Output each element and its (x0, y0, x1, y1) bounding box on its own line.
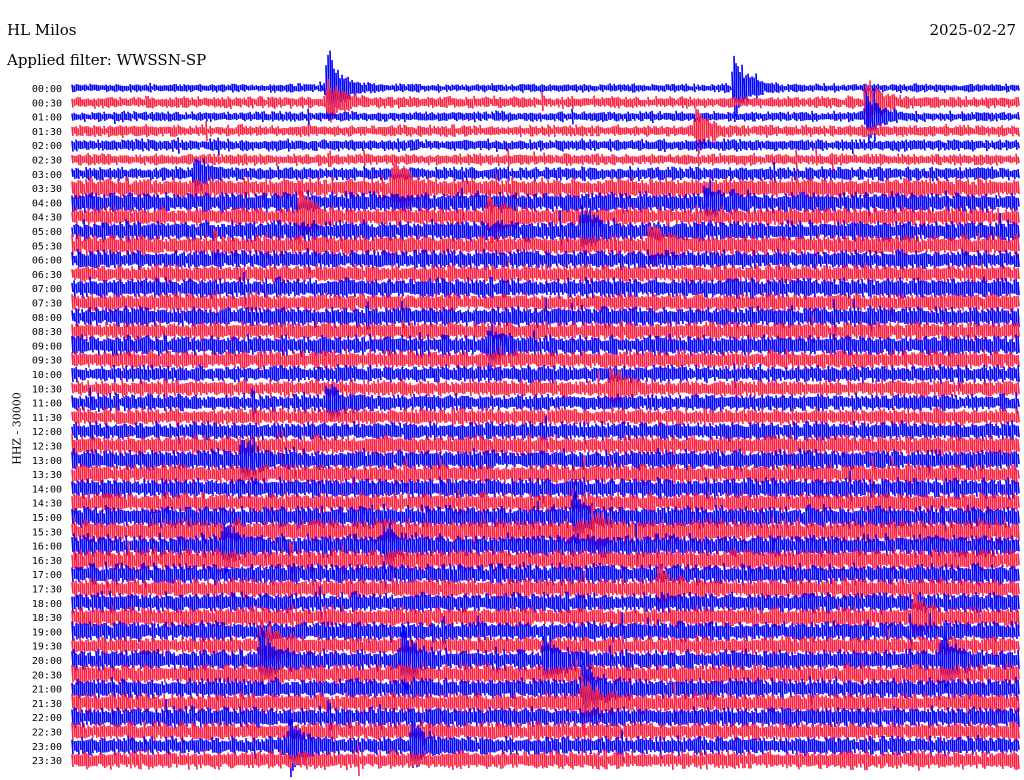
row-time-label: 12:30 (32, 442, 62, 453)
row-time-label: 15:00 (32, 513, 62, 524)
row-time-label: 12:00 (32, 427, 62, 438)
row-time-label: 11:00 (32, 399, 62, 410)
row-time-label: 01:30 (32, 127, 62, 138)
trace-0200 (71, 137, 1020, 156)
row-time-label: 06:30 (32, 270, 62, 281)
row-time-label: 05:30 (32, 241, 62, 252)
row-time-label: 23:30 (32, 756, 62, 767)
row-time-label: 09:00 (32, 341, 62, 352)
row-time-label: 23:00 (32, 742, 62, 753)
row-time-label: 09:30 (32, 356, 62, 367)
row-time-label: 21:00 (32, 685, 62, 696)
row-time-label: 01:00 (32, 113, 62, 124)
row-time-label: 11:30 (32, 413, 62, 424)
row-time-label: 02:30 (32, 156, 62, 167)
row-time-label: 08:00 (32, 313, 62, 324)
row-time-label: 04:00 (32, 198, 62, 209)
row-time-label: 08:30 (32, 327, 62, 338)
row-time-label: 22:30 (32, 728, 62, 739)
row-time-label: 02:00 (32, 141, 62, 152)
row-time-label: 10:30 (32, 384, 62, 395)
row-time-label: 16:30 (32, 556, 62, 567)
row-time-label: 07:00 (32, 284, 62, 295)
row-time-label: 20:00 (32, 656, 62, 667)
row-time-label: 19:00 (32, 627, 62, 638)
row-time-label: 03:30 (32, 184, 62, 195)
helicorder-plot: 00:00 00:30 01:00 01:30 02:00 02:30 03:00 03:30… (32, 50, 1020, 778)
row-time-label: 13:00 (32, 456, 62, 467)
row-time-label: 13:30 (32, 470, 62, 481)
row-time-label: 16:00 (32, 542, 62, 553)
row-time-label: 17:30 (32, 585, 62, 596)
row-time-label: 03:00 (32, 170, 62, 181)
row-time-label: 18:30 (32, 613, 62, 624)
row-time-label: 06:00 (32, 256, 62, 267)
row-time-label: 10:00 (32, 370, 62, 381)
row-time-label: 00:30 (32, 98, 62, 109)
row-time-label: 07:30 (32, 299, 62, 310)
row-time-label: 15:30 (32, 527, 62, 538)
row-time-label: 04:30 (32, 213, 62, 224)
row-time-label: 18:00 (32, 599, 62, 610)
row-time-label: 20:30 (32, 670, 62, 681)
row-time-label: 05:00 (32, 227, 62, 238)
row-time-label: 21:30 (32, 699, 62, 710)
row-time-label: 22:00 (32, 713, 62, 724)
row-time-label: 19:30 (32, 642, 62, 653)
row-time-label: 14:00 (32, 484, 62, 495)
row-time-label: 14:30 (32, 499, 62, 510)
row-time-label: 17:00 (32, 570, 62, 581)
row-time-label: 00:00 (32, 84, 62, 95)
